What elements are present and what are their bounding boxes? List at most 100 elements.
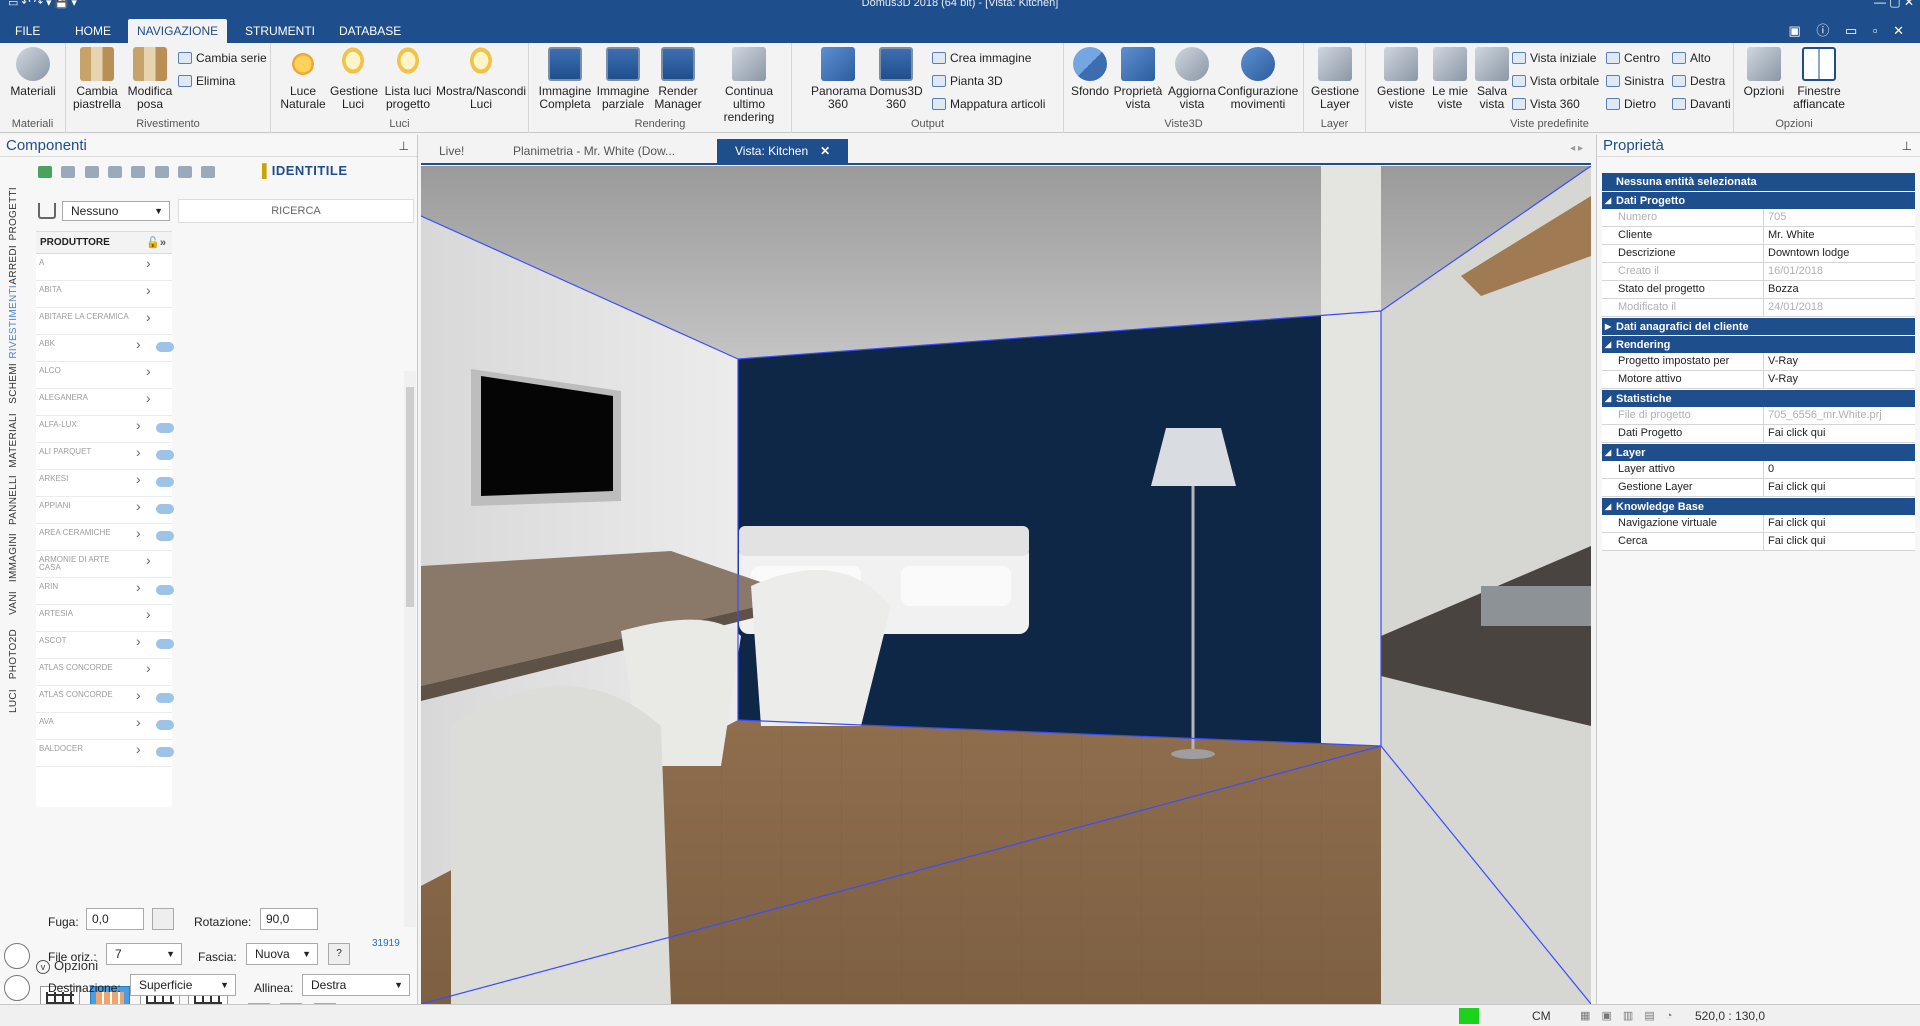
section-dati-progetto[interactable]: ◢ Dati Progetto: [1602, 191, 1915, 209]
gestione-luci-button[interactable]: Gestione Luci: [327, 47, 379, 111]
scrollbar-thumb[interactable]: [406, 387, 414, 607]
cambia-piastrella-button[interactable]: Cambia piastrella: [70, 47, 124, 111]
property-value[interactable]: Fai click qui: [1765, 533, 1825, 550]
chevron-right-icon[interactable]: ›: [136, 634, 141, 648]
pin-icon[interactable]: ⊥: [1902, 135, 1912, 157]
tab-navigazione[interactable]: NAVIGAZIONE: [128, 19, 228, 43]
chevron-right-icon[interactable]: ›: [136, 445, 141, 459]
list-item[interactable]: ABITARE LA CERAMICA ›: [36, 308, 172, 335]
vista-360-button[interactable]: Vista 360: [1512, 95, 1580, 113]
collapse-icon[interactable]: ◢: [1605, 390, 1611, 408]
list-item[interactable]: ARTESIA ›: [36, 605, 172, 632]
domus3d-360-button[interactable]: Domus3D 360: [868, 47, 924, 111]
help-button[interactable]: ?: [328, 943, 350, 965]
list-item[interactable]: ALEGANERA ›: [36, 389, 172, 416]
chevron-right-icon[interactable]: ›: [146, 283, 151, 297]
fuga-input[interactable]: 0,0: [86, 908, 144, 930]
vista-orbitale-button[interactable]: Vista orbitale: [1512, 72, 1599, 90]
sinistra-button[interactable]: Sinistra: [1606, 72, 1664, 90]
list-item[interactable]: AVA ›: [36, 713, 174, 740]
paste-icon[interactable]: [178, 166, 193, 178]
tools-icon[interactable]: [84, 166, 99, 178]
property-row[interactable]: Progetto impostato per V-Ray: [1602, 353, 1915, 371]
immagine-parziale-button[interactable]: Immagine parziale: [595, 47, 651, 111]
property-value[interactable]: Fai click qui: [1765, 425, 1825, 442]
render-manager-button[interactable]: Render Manager: [651, 47, 705, 111]
vtab-arredi[interactable]: ARREDI: [8, 245, 26, 285]
finestre-affiancate-button[interactable]: Finestre affiancate: [1788, 47, 1850, 111]
chevron-right-icon[interactable]: ›: [136, 337, 141, 351]
unlock-expand-icon[interactable]: 🔓»: [146, 232, 166, 254]
chevron-right-icon[interactable]: ›: [146, 364, 151, 378]
chevron-right-icon[interactable]: ›: [136, 688, 141, 702]
vtab-luci[interactable]: LUCI: [8, 689, 26, 713]
property-row[interactable]: File di progetto 705_6556_mr.White.prj: [1602, 407, 1915, 425]
filter-select[interactable]: Nessuno ▼: [62, 201, 170, 221]
list-item[interactable]: ALFA-LUX ›: [36, 416, 174, 443]
section-dati-anagrafici-del-cliente[interactable]: ▶ Dati anagrafici del cliente: [1602, 317, 1915, 335]
alto-button[interactable]: Alto: [1672, 49, 1711, 67]
chevron-right-icon[interactable]: ›: [136, 499, 141, 513]
list-item[interactable]: ARIN ›: [36, 578, 174, 605]
cloud-download-icon[interactable]: [156, 531, 174, 541]
vtab-materiali[interactable]: MATERIALI: [8, 413, 26, 468]
vtab-vani[interactable]: VANI: [8, 591, 26, 615]
chevron-right-icon[interactable]: ›: [146, 256, 151, 270]
mappatura-articoli-button[interactable]: Mappatura articoli: [932, 95, 1045, 113]
list-item[interactable]: ABK ›: [36, 335, 174, 362]
cart-button[interactable]: [4, 975, 30, 1001]
list-view-icon[interactable]: [131, 166, 146, 178]
list-item[interactable]: ATLAS CONCORDE ›: [36, 686, 174, 713]
salva-vista-button[interactable]: Salva vista: [1472, 47, 1512, 111]
cloud-download-icon[interactable]: [156, 423, 174, 433]
chevron-right-icon[interactable]: ›: [136, 472, 141, 486]
property-row[interactable]: Stato del progetto Bozza: [1602, 281, 1915, 299]
window-controls[interactable]: — ▢ ✕: [1874, 0, 1914, 9]
grid-view-icon[interactable]: [108, 166, 123, 178]
property-row[interactable]: Cliente Mr. White: [1602, 227, 1915, 245]
proprieta-vista-button[interactable]: Proprietà vista: [1110, 47, 1166, 111]
section-rendering[interactable]: ◢ Rendering: [1602, 335, 1915, 353]
continua-rendering-button[interactable]: Continua ultimo rendering: [707, 47, 791, 124]
cloud-button[interactable]: [4, 943, 30, 969]
elimina-button[interactable]: Elimina: [178, 72, 235, 90]
tab-scroll-arrows[interactable]: ◂ ▸: [1570, 143, 1583, 154]
search-input[interactable]: RICERCA: [178, 199, 414, 223]
property-value[interactable]: Fai click qui: [1765, 479, 1825, 496]
lista-luci-button[interactable]: Lista luci progetto: [379, 47, 437, 111]
list-item[interactable]: ABITA ›: [36, 281, 172, 308]
vtab-immagini[interactable]: IMMAGINI: [8, 533, 26, 582]
list-item[interactable]: ASCOT ›: [36, 632, 174, 659]
refresh-icon[interactable]: [38, 166, 52, 178]
gestione-viste-button[interactable]: Gestione viste: [1374, 47, 1428, 111]
fascia-select[interactable]: Nuova ▼: [246, 943, 318, 965]
vtab-pannelli[interactable]: PANNELLI: [8, 475, 26, 525]
pianta-3d-button[interactable]: Pianta 3D: [932, 72, 1003, 90]
pin-icon[interactable]: ⊥: [399, 135, 409, 157]
list-item[interactable]: A ›: [36, 254, 172, 281]
cloud-download-icon[interactable]: [156, 585, 174, 595]
property-row[interactable]: Cerca Fai click qui: [1602, 533, 1915, 551]
vtab-rivestimenti[interactable]: RIVESTIMENTI: [8, 285, 26, 359]
property-row[interactable]: Motore attivo V-Ray: [1602, 371, 1915, 389]
list-item[interactable]: AREA CERAMICHE ›: [36, 524, 174, 551]
status-icons[interactable]: ▦ ▣ ▥ ▤ ◔: [1580, 1009, 1676, 1022]
collapse-icon[interactable]: ◢: [1605, 498, 1611, 516]
collapse-icon[interactable]: ◢: [1605, 192, 1611, 210]
gestione-layer-button[interactable]: Gestione Layer: [1308, 47, 1362, 111]
producer-scrollbar[interactable]: [404, 371, 416, 927]
property-row[interactable]: Creato il 16/01/2018: [1602, 263, 1915, 281]
vtab-schemi[interactable]: SCHEMI: [8, 363, 26, 404]
fuga-color-button[interactable]: [152, 908, 174, 930]
ribbon-help-icons[interactable]: ▣ ⓘ ▭ ▫ ✕: [1788, 20, 1910, 39]
property-row[interactable]: Navigazione virtuale Fai click qui: [1602, 515, 1915, 533]
list-item[interactable]: ALI PARQUET ›: [36, 443, 174, 470]
doc-tab-live[interactable]: Live!: [421, 139, 482, 163]
materiali-button[interactable]: Materiali: [6, 47, 60, 98]
section-knowledge-base[interactable]: ◢ Knowledge Base: [1602, 497, 1915, 515]
chevron-right-icon[interactable]: ›: [146, 607, 151, 621]
collapse-icon[interactable]: ◢: [1605, 336, 1611, 354]
cart-filter-icon[interactable]: [61, 166, 76, 178]
tab-home[interactable]: HOME: [66, 19, 120, 43]
cloud-download-icon[interactable]: [156, 747, 174, 757]
